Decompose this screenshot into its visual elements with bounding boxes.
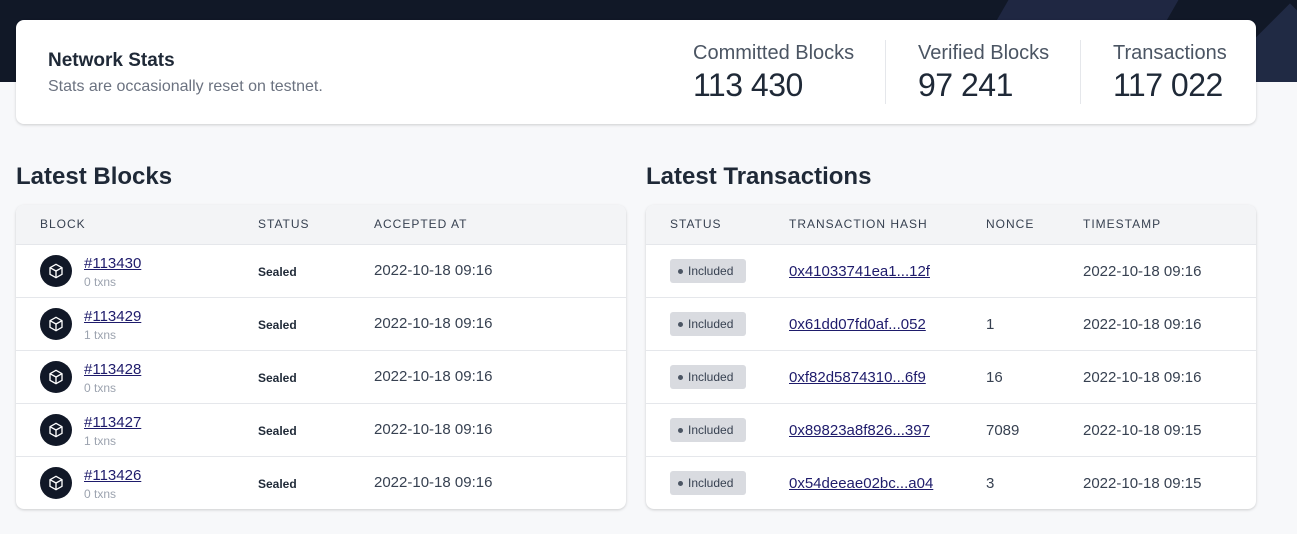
cube-icon	[40, 255, 72, 287]
nonce: 7089	[986, 422, 1020, 439]
block-txn-count: 0 txns	[84, 487, 117, 501]
block-link[interactable]: #113429	[84, 308, 141, 325]
stat-value: 113 430	[693, 67, 803, 103]
block-txn-count: 0 txns	[84, 381, 117, 395]
status-badge: Included	[670, 259, 746, 283]
table-header: BLOCK STATUS ACCEPTED AT	[16, 205, 626, 245]
accepted-at: 2022-10-18 09:16	[374, 262, 493, 279]
nonce: 1	[986, 316, 995, 333]
status-badge: Sealed	[258, 477, 297, 491]
stat-transactions: Transactions 117 022	[1113, 42, 1227, 104]
dot-icon	[678, 374, 683, 380]
network-stats-title: Network Stats	[48, 50, 175, 71]
cube-icon	[40, 308, 72, 340]
latest-blocks-title: Latest Blocks	[16, 163, 173, 190]
status-label: Included	[688, 476, 734, 490]
dot-icon	[678, 427, 683, 433]
table-row: Included 0x61dd07fd0af...052 1 2022-10-1…	[646, 298, 1256, 351]
timestamp: 2022-10-18 09:16	[1083, 263, 1202, 280]
column-header-block: BLOCK	[40, 217, 86, 231]
nonce: 3	[986, 475, 995, 492]
column-header-timestamp: TIMESTAMP	[1083, 217, 1162, 231]
table-row: Included 0xf82d5874310...6f9 16 2022-10-…	[646, 351, 1256, 404]
timestamp: 2022-10-18 09:16	[1083, 316, 1202, 333]
timestamp: 2022-10-18 09:15	[1083, 475, 1202, 492]
status-badge: Sealed	[258, 265, 297, 279]
transaction-hash-link[interactable]: 0x41033741ea1...12f	[789, 263, 930, 280]
transaction-hash-link[interactable]: 0x54deeae02bc...a04	[789, 475, 933, 492]
cube-icon	[40, 414, 72, 446]
nonce: 16	[986, 369, 1003, 386]
table-row: #113428 0 txns Sealed 2022-10-18 09:16	[16, 351, 626, 404]
dot-icon	[678, 480, 683, 486]
block-txn-count: 1 txns	[84, 328, 117, 342]
status-label: Included	[688, 370, 734, 384]
block-txn-count: 0 txns	[84, 275, 117, 289]
status-badge: Sealed	[258, 318, 297, 332]
network-stats-card: Network Stats Stats are occasionally res…	[16, 20, 1256, 124]
dot-icon	[678, 321, 683, 327]
dot-icon	[678, 268, 683, 274]
status-badge: Sealed	[258, 424, 297, 438]
status-badge: Included	[670, 312, 746, 336]
stat-verified-blocks: Verified Blocks 97 241	[918, 42, 1049, 104]
cube-icon	[40, 467, 72, 499]
cube-icon	[40, 361, 72, 393]
decorative-shape	[996, 0, 1214, 20]
column-header-status: STATUS	[258, 217, 310, 231]
stat-label: Verified Blocks	[918, 42, 1050, 64]
status-label: Included	[688, 264, 734, 278]
status-badge: Included	[670, 418, 746, 442]
status-badge: Included	[670, 365, 746, 389]
stat-label: Committed Blocks	[693, 42, 855, 64]
column-header-accepted-at: ACCEPTED AT	[374, 217, 468, 231]
status-badge: Included	[670, 471, 746, 495]
transaction-hash-link[interactable]: 0x89823a8f826...397	[789, 422, 930, 439]
block-link[interactable]: #113427	[84, 414, 141, 431]
timestamp: 2022-10-18 09:15	[1083, 422, 1202, 439]
transaction-hash-link[interactable]: 0x61dd07fd0af...052	[789, 316, 926, 333]
column-header-nonce: NONCE	[986, 217, 1035, 231]
stat-committed-blocks: Committed Blocks 113 430	[693, 42, 854, 104]
table-row: Included 0x89823a8f826...397 7089 2022-1…	[646, 404, 1256, 457]
table-row: Included 0x41033741ea1...12f 2022-10-18 …	[646, 245, 1256, 298]
network-stats-subtitle: Stats are occasionally reset on testnet.	[48, 78, 323, 95]
latest-transactions-table: STATUS TRANSACTION HASH NONCE TIMESTAMP …	[646, 205, 1256, 509]
status-badge: Sealed	[258, 371, 297, 385]
block-link[interactable]: #113430	[84, 255, 141, 272]
divider	[1080, 40, 1081, 104]
status-label: Included	[688, 423, 734, 437]
transaction-hash-link[interactable]: 0xf82d5874310...6f9	[789, 369, 926, 386]
latest-transactions-title: Latest Transactions	[646, 163, 872, 190]
block-txn-count: 1 txns	[84, 434, 117, 448]
column-header-status: STATUS	[670, 217, 722, 231]
block-link[interactable]: #113428	[84, 361, 141, 378]
accepted-at: 2022-10-18 09:16	[374, 421, 493, 438]
block-link[interactable]: #113426	[84, 467, 141, 484]
stat-value: 97 241	[918, 67, 1013, 103]
table-row: #113427 1 txns Sealed 2022-10-18 09:16	[16, 404, 626, 457]
accepted-at: 2022-10-18 09:16	[374, 315, 493, 332]
table-row: #113430 0 txns Sealed 2022-10-18 09:16	[16, 245, 626, 298]
table-row: #113426 0 txns Sealed 2022-10-18 09:16	[16, 457, 626, 509]
stat-label: Transactions	[1113, 42, 1227, 64]
divider	[885, 40, 886, 104]
timestamp: 2022-10-18 09:16	[1083, 369, 1202, 386]
table-row: Included 0x54deeae02bc...a04 3 2022-10-1…	[646, 457, 1256, 509]
table-row: #113429 1 txns Sealed 2022-10-18 09:16	[16, 298, 626, 351]
latest-blocks-table: BLOCK STATUS ACCEPTED AT #113430 0 txns …	[16, 205, 626, 509]
column-header-transaction-hash: TRANSACTION HASH	[789, 217, 928, 231]
accepted-at: 2022-10-18 09:16	[374, 474, 493, 491]
table-header: STATUS TRANSACTION HASH NONCE TIMESTAMP	[646, 205, 1256, 245]
status-label: Included	[688, 317, 734, 331]
accepted-at: 2022-10-18 09:16	[374, 368, 493, 385]
stat-value: 117 022	[1113, 67, 1223, 103]
